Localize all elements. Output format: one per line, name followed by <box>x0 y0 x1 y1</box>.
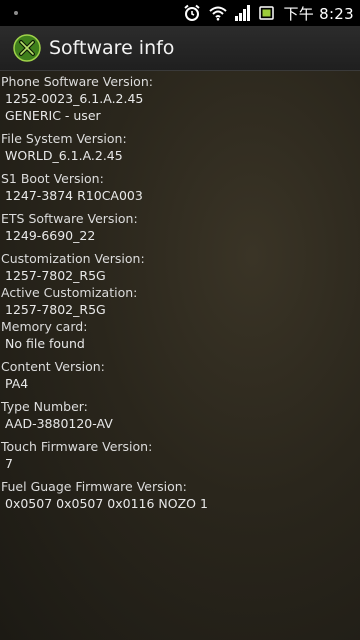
info-label: Memory card: <box>1 319 88 334</box>
info-value: No file found <box>5 336 85 351</box>
info-value: 1252-0023_6.1.A.2.45 <box>5 91 144 106</box>
notification-dot-icon <box>14 11 18 15</box>
signal-strength-icon <box>235 5 251 21</box>
info-label: Type Number: <box>1 399 88 414</box>
info-label: Active Customization: <box>1 285 138 300</box>
info-group: Memory card: No file found <box>0 318 360 358</box>
info-label: Content Version: <box>1 359 105 374</box>
info-group: Fuel Guage Firmware Version: 0x0507 0x050… <box>0 478 360 518</box>
info-value: PA4 <box>5 376 29 391</box>
info-group: Active Customization: 1257-7802_R5G <box>0 284 360 318</box>
info-value: 1249-6690_22 <box>5 228 96 243</box>
alarm-clock-icon <box>183 4 201 22</box>
info-label: Fuel Guage Firmware Version: <box>1 479 187 494</box>
battery-icon <box>259 5 275 21</box>
wifi-icon <box>209 5 228 21</box>
info-value: WORLD_6.1.A.2.45 <box>5 148 123 163</box>
info-value: GENERIC - user <box>5 108 101 123</box>
software-info-list: Phone Software Version: 1252-0023_6.1.A.2… <box>0 73 360 518</box>
info-label: Customization Version: <box>1 251 145 266</box>
info-group: Type Number: AAD-3880120-AV <box>0 398 360 438</box>
info-label: File System Version: <box>1 131 127 146</box>
info-group: Phone Software Version: 1252-0023_6.1.A.2… <box>0 73 360 130</box>
info-label: S1 Boot Version: <box>1 171 104 186</box>
action-bar: Software info <box>0 26 360 71</box>
tools-app-icon <box>13 34 41 62</box>
info-label: Touch Firmware Version: <box>1 439 153 454</box>
info-value: 1247-3874 R10CA003 <box>5 188 143 203</box>
info-group: File System Version: WORLD_6.1.A.2.45 <box>0 130 360 170</box>
info-label: ETS Software Version: <box>1 211 138 226</box>
info-value: 0x0507 0x0507 0x0116 NOZO 1 <box>5 496 208 511</box>
info-group: ETS Software Version: 1249-6690_22 <box>0 210 360 250</box>
info-value: 7 <box>5 456 13 471</box>
status-time: 下午 8:23 <box>283 4 354 23</box>
page-title: Software info <box>49 37 175 59</box>
info-group: Touch Firmware Version: 7 <box>0 438 360 478</box>
status-bar: 下午 8:23 <box>0 0 360 26</box>
info-group: S1 Boot Version: 1247-3874 R10CA003 <box>0 170 360 210</box>
info-value: 1257-7802_R5G <box>5 302 106 317</box>
info-group: Content Version: PA4 <box>0 358 360 398</box>
info-label: Phone Software Version: <box>1 74 153 89</box>
info-value: 1257-7802_R5G <box>5 268 106 283</box>
info-group: Customization Version: 1257-7802_R5G <box>0 250 360 284</box>
info-value: AAD-3880120-AV <box>5 416 113 431</box>
